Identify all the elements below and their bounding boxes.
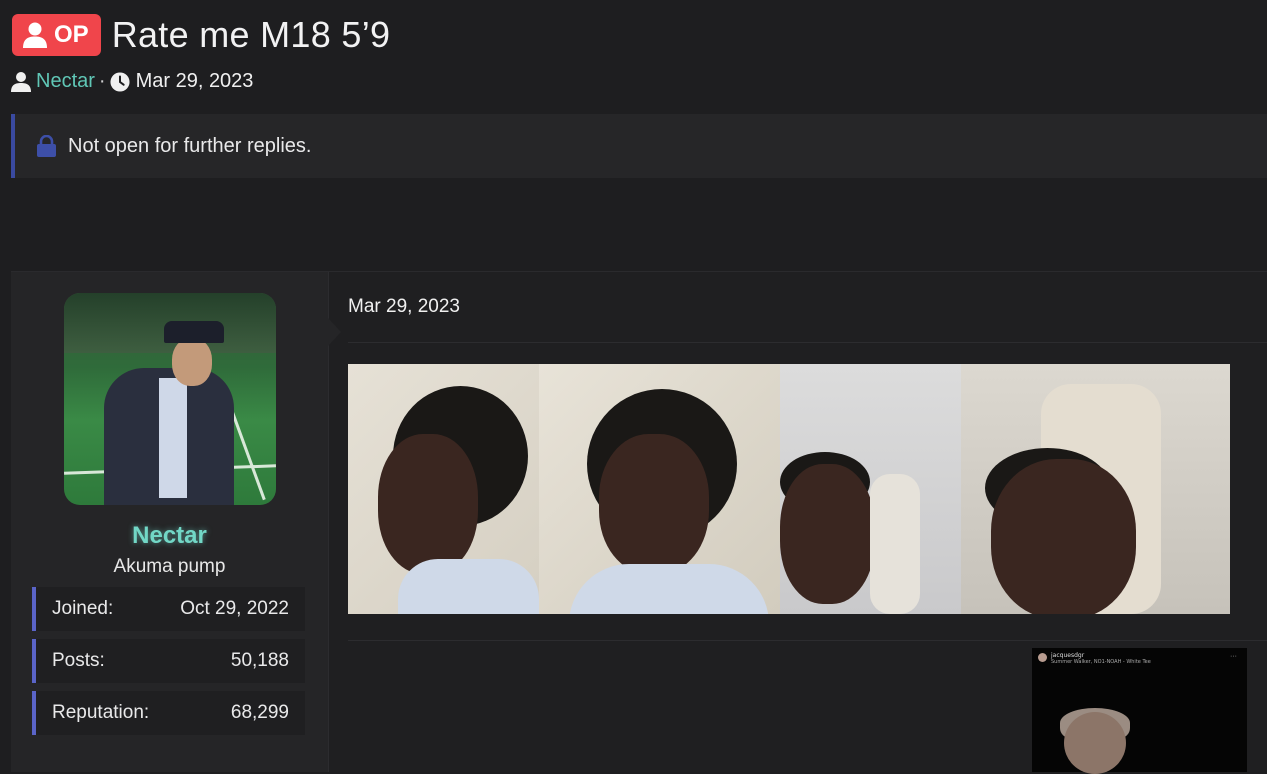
stat-value: 68,299 [230,702,289,723]
stat-value: Oct 29, 2022 [180,598,289,619]
divider [348,342,1267,343]
post-image[interactable] [539,364,780,614]
stat-label: Reputation: [52,702,150,723]
embed-song: Summer Walker, NO1-NOAH - White Tee [1051,659,1151,665]
op-badge: OP [12,14,101,56]
post-user-cell: Nectar Akuma pump Joined: Oct 29, 2022 P… [11,272,341,772]
thread-author-link[interactable]: Nectar [36,70,95,93]
user-icon [23,22,47,48]
post-image[interactable] [961,364,1230,614]
avatar[interactable] [64,293,276,505]
post-image[interactable] [348,364,539,614]
meta-separator: · [98,70,106,92]
post-date-link[interactable]: Mar 29, 2023 [348,296,460,318]
locked-notice: Not open for further replies. [11,114,1267,178]
stat-joined: Joined: Oct 29, 2022 [32,587,305,631]
divider [348,640,1267,641]
post-images [348,364,1230,614]
embedded-video[interactable]: jacquesdgr Summer Walker, NO1-NOAH - Whi… [1032,648,1247,774]
stat-value: 50,188 [230,650,289,671]
user-icon [11,71,31,92]
stat-reputation: Reputation: 68,299 [32,691,305,735]
more-icon[interactable]: ··· [1230,653,1237,660]
lock-icon [37,135,56,157]
thread-title: Rate me M18 5’9 [111,14,391,55]
embed-avatar [1038,653,1047,662]
notice-text: Not open for further replies. [68,134,312,157]
op-label: OP [54,21,89,48]
thread-header: OP Rate me M18 5’9 [12,14,390,56]
post-username[interactable]: Nectar [11,522,328,550]
post-image[interactable] [780,364,961,614]
post: Nectar Akuma pump Joined: Oct 29, 2022 P… [11,271,1267,774]
clock-icon [110,71,130,92]
thread-date-link[interactable]: Mar 29, 2023 [136,70,254,93]
stat-posts: Posts: 50,188 [32,639,305,683]
embed-username: jacquesdgr [1051,652,1085,659]
user-title: Akuma pump [113,556,226,577]
stat-label: Joined: [52,598,114,619]
thread-meta: Nectar · Mar 29, 2023 [11,70,253,93]
stat-label: Posts: [52,650,105,671]
